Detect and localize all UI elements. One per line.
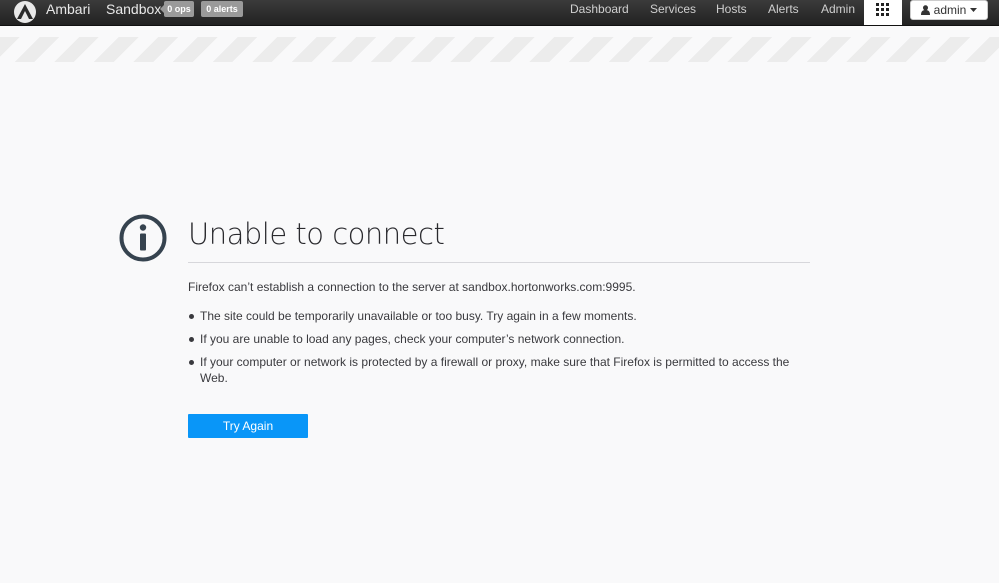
nav-hosts[interactable]: Hosts — [716, 0, 747, 18]
apps-grid-icon — [876, 3, 889, 16]
try-again-button[interactable]: Try Again — [188, 414, 308, 438]
top-navbar: Ambari Sandbox 0 ops 0 alerts Dashboard … — [0, 0, 999, 26]
suggestion-item: The site could be temporarily unavailabl… — [188, 308, 800, 324]
error-title: Unable to connect — [188, 217, 445, 251]
info-icon — [119, 214, 167, 262]
cluster-name[interactable]: Sandbox — [106, 1, 161, 17]
nav-alerts[interactable]: Alerts — [768, 0, 799, 18]
apps-grid-button[interactable] — [864, 0, 902, 25]
error-description: Firefox can’t establish a connection to … — [188, 280, 636, 294]
nav-dashboard[interactable]: Dashboard — [570, 0, 629, 18]
loading-stripe-bar — [0, 37, 999, 62]
user-icon — [921, 5, 931, 15]
nav-admin[interactable]: Admin — [821, 0, 855, 18]
suggestion-list: The site could be temporarily unavailabl… — [188, 308, 800, 393]
user-menu-button[interactable]: admin — [910, 0, 988, 20]
ops-badge[interactable]: 0 ops — [160, 1, 194, 17]
suggestion-item: If you are unable to load any pages, che… — [188, 331, 800, 347]
alerts-badge[interactable]: 0 alerts — [201, 1, 243, 17]
user-menu-label: admin — [933, 3, 967, 17]
suggestion-item: If your computer or network is protected… — [188, 354, 800, 386]
caret-down-icon — [969, 8, 977, 12]
nav-services[interactable]: Services — [650, 0, 696, 18]
brand-name[interactable]: Ambari — [46, 1, 90, 17]
ambari-logo-icon[interactable] — [12, 0, 38, 24]
title-divider — [188, 262, 810, 263]
